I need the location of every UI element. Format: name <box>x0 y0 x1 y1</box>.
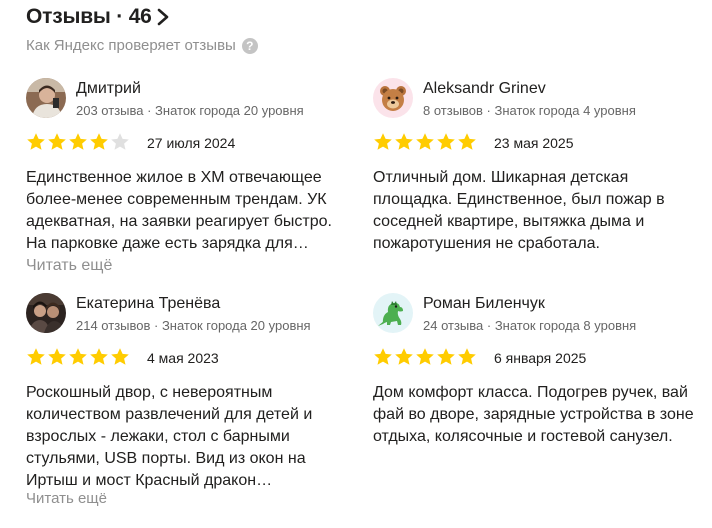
verify-reviews-text[interactable]: Как Яндекс проверяет отзывы <box>26 37 236 54</box>
star-filled-icon <box>69 133 87 150</box>
review-author[interactable]: Aleksandr Grinev <box>423 80 546 98</box>
review-text-body: Единственное жилое в ХМ отвечающее более… <box>26 169 332 252</box>
star-filled-icon <box>48 348 66 365</box>
review-text: Отличный дом. Шикарная детская площадка.… <box>373 167 703 255</box>
review-text-body: Отличный дом. Шикарная детская площадка.… <box>373 169 665 252</box>
review-author-meta: 203 отзыва · Знаток города 20 уровня <box>76 103 304 118</box>
star-filled-icon <box>416 348 434 365</box>
dinosaur-icon <box>373 293 413 333</box>
rating-stars <box>373 132 478 152</box>
star-filled-icon <box>395 348 413 365</box>
reviews-header[interactable]: Отзывы · 46 <box>26 5 170 29</box>
avatar[interactable] <box>26 293 66 333</box>
review-author-meta: 24 отзыва · Знаток города 8 уровня <box>423 318 637 333</box>
review-date: 27 июля 2024 <box>147 135 236 151</box>
avatar[interactable] <box>26 78 66 118</box>
star-filled-icon <box>395 133 413 150</box>
review-author-meta: 214 отзывов · Знаток города 20 уровня <box>76 318 311 333</box>
read-more-link[interactable]: Читать ещё <box>26 490 107 507</box>
star-filled-icon <box>111 348 129 365</box>
review-author[interactable]: Роман Биленчук <box>423 295 545 313</box>
rating-stars <box>26 132 131 152</box>
star-filled-icon <box>48 133 66 150</box>
review-date: 23 мая 2025 <box>494 135 574 151</box>
read-more-link[interactable]: Читать ещё <box>26 257 112 274</box>
avatar[interactable] <box>373 293 413 333</box>
star-filled-icon <box>458 133 476 150</box>
rating-stars <box>26 347 131 367</box>
review-author-meta: 8 отзывов · Знаток города 4 уровня <box>423 103 636 118</box>
rating-stars <box>373 347 478 367</box>
review-text-body: Роскошный двор, с невероятным количество… <box>26 384 313 489</box>
star-filled-icon <box>374 348 392 365</box>
review-text-body: Дом комфорт класса. Подогрев ручек, вай … <box>373 384 694 445</box>
photo-avatar-icon <box>26 78 66 118</box>
star-empty-icon <box>111 133 129 150</box>
review-text: Роскошный двор, с невероятным количество… <box>26 382 356 492</box>
star-filled-icon <box>437 133 455 150</box>
star-filled-icon <box>27 348 45 365</box>
review-date: 4 мая 2023 <box>147 350 219 366</box>
bear-icon <box>373 78 413 118</box>
avatar[interactable] <box>373 78 413 118</box>
review-text: Единственное жилое в ХМ отвечающее более… <box>26 167 356 277</box>
star-filled-icon <box>69 348 87 365</box>
verify-reviews-link[interactable]: Как Яндекс проверяет отзывы ? <box>26 37 258 54</box>
help-icon[interactable]: ? <box>241 37 258 54</box>
star-filled-icon <box>437 348 455 365</box>
chevron-right-icon[interactable] <box>156 7 170 27</box>
star-filled-icon <box>374 133 392 150</box>
star-filled-icon <box>416 133 434 150</box>
photo-avatar-icon <box>26 293 66 333</box>
star-filled-icon <box>90 348 108 365</box>
star-filled-icon <box>27 133 45 150</box>
star-filled-icon <box>458 348 476 365</box>
review-date: 6 января 2025 <box>494 350 587 366</box>
review-author[interactable]: Екатерина Тренёва <box>76 295 220 313</box>
star-filled-icon <box>90 133 108 150</box>
reviews-title[interactable]: Отзывы · 46 <box>26 5 152 29</box>
review-author[interactable]: Дмитрий <box>76 80 141 98</box>
review-text: Дом комфорт класса. Подогрев ручек, вай … <box>373 382 703 448</box>
